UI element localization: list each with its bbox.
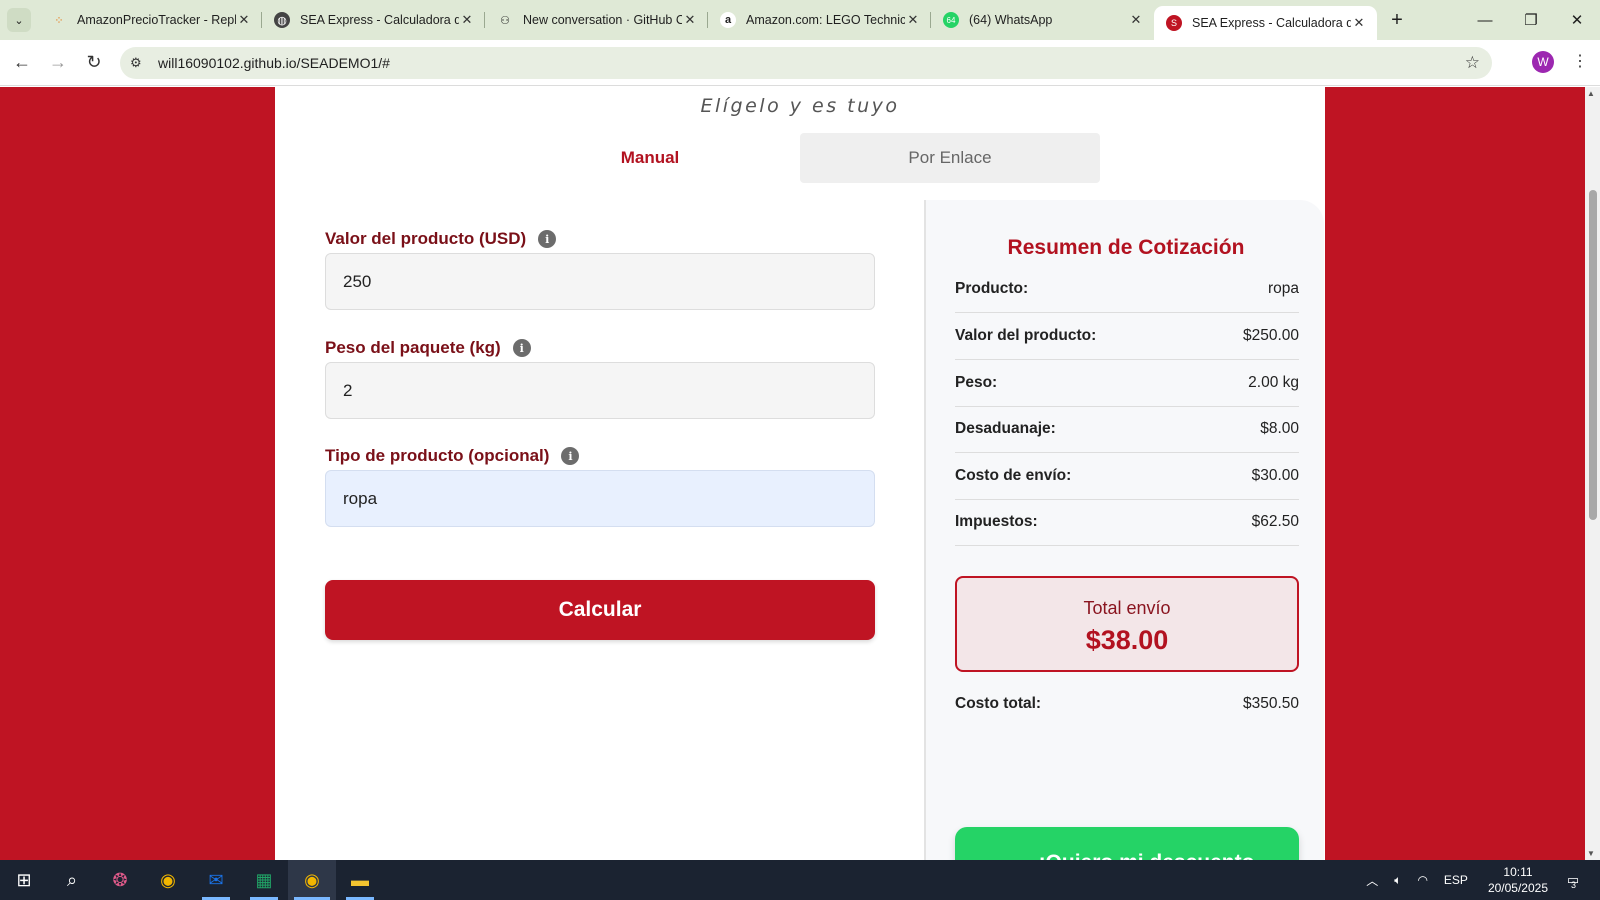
total-shipping-box: Total envío $38.00 <box>955 576 1299 672</box>
sea-express-icon: S <box>1166 15 1182 31</box>
windows-taskbar: ⊞ ⌕ ❂ ◉ ✉ ▦ ◉ ▬ ︿ 🔈︎ ◠ ESP 10:11 20/05/2… <box>0 860 1600 900</box>
tab-title: New conversation · GitHub C <box>523 13 682 27</box>
tab-title: (64) WhatsApp <box>969 13 1053 27</box>
whatsapp-button-label: ¡Quiero mi descuento especial! <box>986 851 1299 860</box>
mode-tabs: Manual Por Enlace <box>500 133 1100 183</box>
summary-row-customs: Desaduanaje: $8.00 <box>955 406 1299 453</box>
tab-title: AmazonPrecioTracker - Repli <box>77 13 236 27</box>
file-explorer-icon[interactable]: ▬ <box>336 860 384 900</box>
info-icon[interactable]: i <box>561 447 580 465</box>
summary-row-value: Valor del producto: $250.00 <box>955 313 1299 360</box>
type-field-group: Tipo de producto (opcional) i <box>325 444 875 527</box>
site-info-icon[interactable]: ⚙ <box>130 55 146 71</box>
browser-tab-active[interactable]: S SEA Express - Calculadora de ✕ <box>1154 6 1377 40</box>
summary-row-shipping: Costo de envío: $30.00 <box>955 453 1299 500</box>
value-field-group: Valor del producto (USD) i <box>325 227 875 310</box>
chrome-active-icon[interactable]: ◉ <box>288 860 336 900</box>
new-tab-button[interactable]: + <box>1383 9 1411 32</box>
volume-icon[interactable]: 🔈︎ <box>1394 873 1401 888</box>
back-icon[interactable]: ← <box>4 45 40 81</box>
browser-tab-strip: ⌄ ⁘ AmazonPrecioTracker - Repli ✕ ◍ SEA … <box>0 0 1600 40</box>
tab-title: SEA Express - Calculadora de <box>300 13 459 27</box>
close-icon[interactable]: ✕ <box>905 12 921 28</box>
reload-icon[interactable]: ↻ <box>76 45 112 81</box>
address-bar[interactable]: ⚙ will16090102.github.io/SEADEMO1/# ☆ <box>120 47 1492 79</box>
browser-tab[interactable]: 64 (64) WhatsApp ✕ <box>931 0 1154 40</box>
close-icon[interactable]: ✕ <box>459 12 475 28</box>
restore-icon[interactable]: ❐ <box>1508 0 1554 40</box>
quote-summary-panel: Resumen de Cotización Producto: ropa Val… <box>924 200 1324 860</box>
window-close-icon[interactable]: ✕ <box>1554 0 1600 40</box>
info-icon[interactable]: i <box>512 339 531 357</box>
copilot-taskbar-icon[interactable]: ❂ <box>96 860 144 900</box>
summary-row-weight: Peso: 2.00 kg <box>955 360 1299 407</box>
page-viewport: Elígelo y es tuyo Manual Por Enlace Valo… <box>0 87 1585 860</box>
excel-icon[interactable]: ▦ <box>240 860 288 900</box>
type-label: Tipo de producto (opcional) <box>325 446 550 465</box>
clock-time: 10:11 <box>1503 865 1533 879</box>
close-icon[interactable]: ✕ <box>236 12 252 28</box>
tagline: Elígelo y es tuyo <box>700 95 900 117</box>
globe-icon: ◍ <box>274 12 290 28</box>
value-label: Valor del producto (USD) <box>325 229 527 248</box>
close-icon[interactable]: ✕ <box>682 12 698 28</box>
search-icon[interactable]: ⌕ <box>48 860 96 900</box>
minimize-icon[interactable]: — <box>1462 0 1508 40</box>
url-text[interactable]: will16090102.github.io/SEADEMO1/# <box>158 55 1465 71</box>
tab-title: SEA Express - Calculadora de <box>1192 16 1351 30</box>
language-indicator[interactable]: ESP <box>1444 873 1468 887</box>
tab-por-enlace[interactable]: Por Enlace <box>800 133 1100 183</box>
package-weight-input[interactable] <box>325 362 875 419</box>
tab-title: Amazon.com: LEGO Technic <box>746 13 905 27</box>
weight-field-group: Peso del paquete (kg) i <box>325 336 875 419</box>
total-shipping-value: $38.00 <box>1085 625 1169 655</box>
scroll-down-icon[interactable]: ▼ <box>1587 849 1595 858</box>
menu-kebab-icon[interactable]: ⋮ <box>1572 51 1588 71</box>
chevron-up-icon[interactable]: ︿ <box>1366 872 1378 889</box>
system-tray: ︿ 🔈︎ ◠ ESP 10:11 20/05/2025 ▭ 3 <box>1358 860 1600 900</box>
summary-title: Resumen de Cotización <box>1007 236 1245 259</box>
page-scrollbar[interactable]: ▲ ▼ <box>1585 87 1600 860</box>
profile-avatar[interactable]: W <box>1532 51 1554 73</box>
calculate-button[interactable]: Calcular <box>325 580 875 640</box>
whatsapp-icon: 64 <box>943 12 959 28</box>
notifications-icon[interactable]: ▭ 3 <box>1560 869 1586 891</box>
close-icon[interactable]: ✕ <box>1351 15 1367 31</box>
browser-tab[interactable]: ⁘ AmazonPrecioTracker - Repli ✕ <box>39 0 262 40</box>
weight-label: Peso del paquete (kg) <box>325 338 501 357</box>
scrollbar-thumb[interactable] <box>1589 190 1597 520</box>
browser-tab[interactable]: ⚇ New conversation · GitHub C ✕ <box>485 0 708 40</box>
product-type-input[interactable] <box>325 470 875 527</box>
amazon-icon: a <box>720 12 736 28</box>
tab-search-button[interactable]: ⌄ <box>7 8 31 32</box>
summary-row-taxes: Impuestos: $62.50 <box>955 499 1299 546</box>
summary-row-total-cost: Costo total: $350.50 <box>955 694 1299 712</box>
tab-manual[interactable]: Manual <box>500 133 800 183</box>
scroll-up-icon[interactable]: ▲ <box>1587 89 1595 98</box>
chrome-icon[interactable]: ◉ <box>144 860 192 900</box>
product-value-input[interactable] <box>325 253 875 310</box>
copilot-icon: ⚇ <box>500 14 510 27</box>
close-icon[interactable]: ✕ <box>1128 12 1144 28</box>
summary-row-product: Producto: ropa <box>955 266 1299 313</box>
outlook-icon[interactable]: ✉ <box>192 860 240 900</box>
info-icon[interactable]: i <box>538 230 557 248</box>
browser-tab[interactable]: a Amazon.com: LEGO Technic ✕ <box>708 0 931 40</box>
clock-date: 20/05/2025 <box>1487 881 1548 895</box>
orange-dots-icon: ⁘ <box>54 14 64 27</box>
forward-icon[interactable]: → <box>40 45 76 81</box>
whatsapp-discount-button[interactable]: ✆ ¡Quiero mi descuento especial! <box>955 827 1299 860</box>
bookmark-star-icon[interactable]: ☆ <box>1465 53 1480 73</box>
wifi-icon[interactable]: ◠ <box>1417 873 1427 887</box>
clock[interactable]: 10:11 20/05/2025 <box>1488 864 1548 896</box>
total-shipping-label: Total envío <box>1083 598 1171 618</box>
browser-toolbar: ← → ↻ ⚙ will16090102.github.io/SEADEMO1/… <box>0 40 1600 86</box>
windows-start-icon[interactable]: ⊞ <box>0 860 48 900</box>
notification-count: 3 <box>1570 880 1576 890</box>
browser-tab[interactable]: ◍ SEA Express - Calculadora de ✕ <box>262 0 485 40</box>
calculator-card: Elígelo y es tuyo Manual Por Enlace Valo… <box>275 87 1325 860</box>
